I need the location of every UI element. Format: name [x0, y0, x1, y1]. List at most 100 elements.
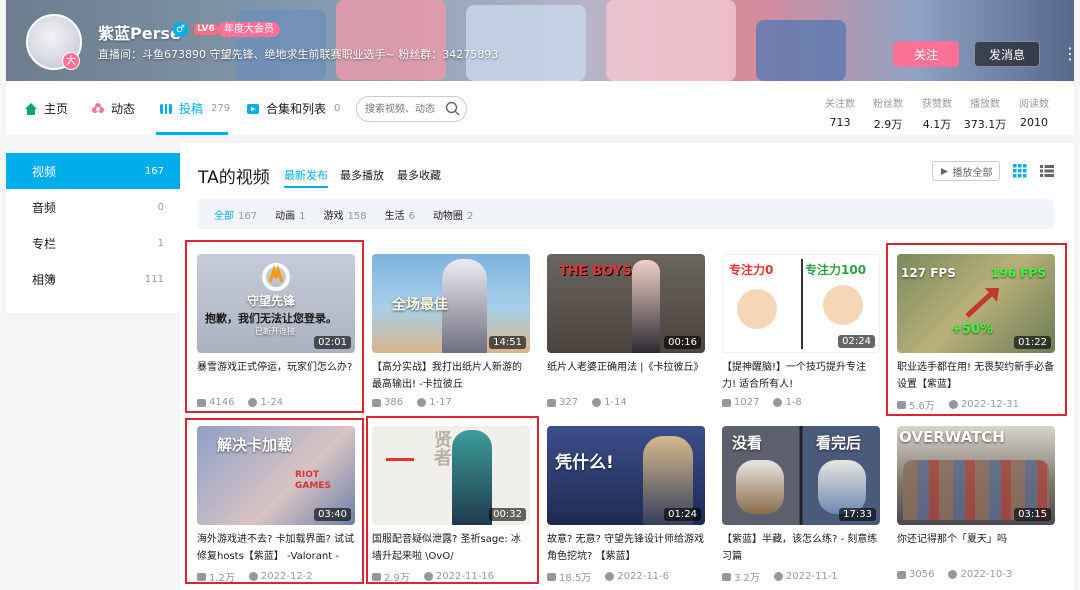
- banner-gift-shape: [336, 0, 446, 80]
- video-card[interactable]: 没看 看完后 17:33 【紫蓝】半藏，该怎么练? - 刻意练习篇 3.2万 20…: [722, 426, 880, 584]
- video-title[interactable]: 故意? 无意? 守望先锋设计师给游戏角色挖坑? 【紫蓝】: [547, 531, 705, 565]
- search-icon[interactable]: [445, 101, 460, 116]
- sort-most-played[interactable]: 最多播放: [340, 167, 384, 183]
- video-card[interactable]: 全场最佳 14:51 【高分实战】我打出纸片人新游的最高输出! -卡拉彼丘 38…: [372, 254, 530, 408]
- video-duration: 01:24: [664, 508, 701, 521]
- publish-date: 1-14: [592, 397, 627, 408]
- tab-dynamic[interactable]: 动态: [91, 100, 135, 117]
- stat-plays: 播放数 373.1万: [963, 99, 1007, 131]
- play-count: 1027: [722, 397, 759, 408]
- search-input[interactable]: [365, 102, 445, 116]
- tab-dynamic-label: 动态: [111, 102, 136, 116]
- more-options-icon[interactable]: ⋮: [1062, 44, 1074, 64]
- sidebar-item-album[interactable]: 相簿 111: [6, 261, 180, 297]
- divider-line: [801, 259, 803, 349]
- filter-animation[interactable]: 动画 1: [275, 207, 305, 222]
- avatar-badge: 大: [62, 52, 80, 70]
- publish-date: 1-17: [417, 397, 452, 408]
- play-all-button[interactable]: 播放全部: [932, 161, 1000, 181]
- play-count-icon: [722, 398, 731, 407]
- tab-contribute-label: 投稿: [179, 102, 204, 116]
- publish-date: 2022-11-6: [605, 569, 669, 584]
- sidebar-item-audio[interactable]: 音频 0: [6, 189, 180, 225]
- hanzo-character-shape: [736, 460, 784, 514]
- video-card[interactable]: THE BOYS 00:16 纸片人老婆正确用法 |《卡拉彼丘》 327 1-14: [547, 254, 705, 408]
- tab-contribute-count: 279: [211, 103, 231, 114]
- video-contribute-icon: [160, 103, 172, 114]
- video-title[interactable]: 【提神醒脑!】一个技巧提升专注力! 适合所有人!: [722, 359, 880, 393]
- video-thumbnail[interactable]: 没看 看完后 17:33: [722, 426, 880, 525]
- vip-badge: 年度大会员: [218, 22, 280, 37]
- video-thumbnail[interactable]: THE BOYS 00:16: [547, 254, 705, 353]
- tab-collection[interactable]: 合集和列表 0: [246, 100, 340, 117]
- clock-icon: [592, 398, 602, 407]
- clock-icon: [948, 570, 958, 579]
- filter-all[interactable]: 全部 167: [214, 207, 257, 222]
- follow-button[interactable]: 关注: [893, 41, 959, 67]
- video-duration: 02:24: [838, 335, 875, 348]
- clock-icon: [417, 398, 427, 407]
- anime-character-shape: [632, 260, 660, 353]
- play-count: 327: [547, 397, 578, 408]
- username: 紫蓝Perse: [98, 24, 181, 43]
- highlight-box: [366, 416, 539, 584]
- play-count-icon: [722, 572, 731, 581]
- video-title[interactable]: 你还记得那个「夏天」吗: [897, 531, 1055, 565]
- publish-date: 1-8: [773, 397, 802, 408]
- filter-animal[interactable]: 动物圈 2: [433, 207, 473, 222]
- message-button[interactable]: 发消息: [974, 41, 1040, 67]
- filter-game[interactable]: 游戏 158: [323, 207, 366, 222]
- search-box: [356, 96, 467, 122]
- clock-icon: [773, 398, 783, 407]
- banner-character-shape: [606, 0, 736, 81]
- video-title[interactable]: 【紫蓝】半藏，该怎么练? - 刻意练习篇: [722, 531, 880, 565]
- video-thumbnail[interactable]: 专注力0 专注力100 02:24: [722, 254, 880, 353]
- video-title[interactable]: 【高分实战】我打出纸片人新游的最高输出! -卡拉彼丘: [372, 359, 530, 393]
- clock-icon: [773, 572, 783, 581]
- play-count: 3056: [897, 569, 934, 580]
- video-duration: 03:15: [1014, 508, 1051, 521]
- list-view-icon[interactable]: [1040, 164, 1054, 178]
- video-card[interactable]: 专注力0 专注力100 02:24 【提神醒脑!】一个技巧提升专注力! 适合所有…: [722, 254, 880, 408]
- video-card[interactable]: 凭什么! 01:24 故意? 无意? 守望先锋设计师给游戏角色挖坑? 【紫蓝】 …: [547, 426, 705, 584]
- tab-home[interactable]: 主页: [24, 100, 68, 117]
- banner-gift-shape: [756, 20, 846, 81]
- grid-view-icon[interactable]: [1013, 164, 1027, 178]
- sort-most-favorited[interactable]: 最多收藏: [397, 167, 441, 183]
- section-title: TA的视频: [198, 168, 270, 188]
- collection-icon: [247, 103, 259, 114]
- play-count: 3.2万: [722, 569, 760, 584]
- active-tab-indicator: [156, 132, 228, 135]
- play-icon: [940, 167, 948, 175]
- stat-following[interactable]: 关注数 713: [818, 95, 862, 129]
- clock-icon: [605, 572, 615, 581]
- hanzo-character-shape: [818, 460, 866, 514]
- publish-date: 2022-11-1: [773, 569, 838, 584]
- play-count: 18.5万: [547, 569, 591, 584]
- play-count-icon: [372, 398, 381, 407]
- stat-fans[interactable]: 粉丝数 2.9万: [866, 95, 910, 132]
- content-type-sidebar: 视频 167 音频 0 专栏 1 相簿 111: [6, 153, 180, 313]
- user-signature: 直播间：斗鱼673890 守望先锋、绝地求生前联赛职业选手~ 粉丝群：34275…: [98, 48, 499, 61]
- play-count-icon: [897, 570, 906, 579]
- publish-date: 2022-10-3: [948, 569, 1012, 580]
- video-title[interactable]: 纸片人老婆正确用法 |《卡拉彼丘》: [547, 359, 705, 393]
- video-thumbnail[interactable]: 全场最佳 14:51: [372, 254, 530, 353]
- sort-latest[interactable]: 最新发布: [284, 167, 328, 188]
- gender-male-icon: ♂: [173, 22, 188, 37]
- video-thumbnail[interactable]: 凭什么! 01:24: [547, 426, 705, 525]
- sidebar-item-article[interactable]: 专栏 1: [6, 225, 180, 261]
- tab-home-label: 主页: [44, 102, 69, 116]
- video-thumbnail[interactable]: OVERWATCH 03:15: [897, 426, 1055, 525]
- video-card[interactable]: OVERWATCH 03:15 你还记得那个「夏天」吗 3056 2022-10-…: [897, 426, 1055, 580]
- video-duration: 00:16: [664, 336, 701, 349]
- banner-gift-shape: [236, 10, 326, 80]
- play-count-icon: [547, 398, 556, 407]
- tab-contribute[interactable]: 投稿 279: [159, 100, 230, 117]
- highlight-box: [886, 243, 1067, 416]
- sidebar-item-video[interactable]: 视频 167: [6, 153, 180, 189]
- video-duration: 17:33: [839, 508, 876, 521]
- tab-collection-label: 合集和列表: [266, 102, 327, 116]
- video-duration: 14:51: [489, 336, 526, 349]
- filter-life[interactable]: 生活 6: [385, 207, 415, 222]
